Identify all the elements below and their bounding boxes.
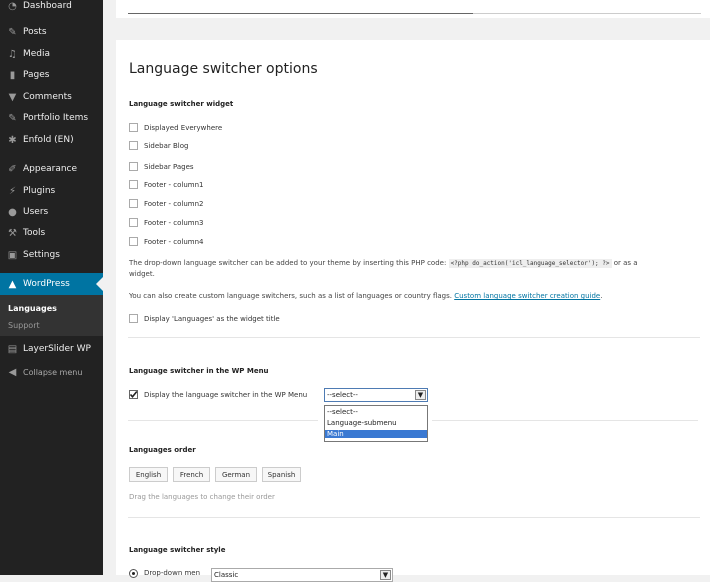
radio-dropdown-menu[interactable] (129, 569, 138, 578)
order-hint: Drag the languages to change their order (129, 493, 275, 501)
php-code-snippet: <?php do_action('icl_language_selector')… (448, 259, 612, 268)
chevron-down-icon: ▼ (415, 390, 426, 400)
checkbox-label: Footer - column2 (144, 200, 204, 208)
checkbox-label: Footer - column3 (144, 219, 204, 227)
wp-menu-dropdown-list: --select-- Language-submenu Main (324, 405, 428, 442)
submenu-languages[interactable]: Languages (8, 304, 57, 313)
style-select[interactable]: Classic ▼ (211, 568, 393, 582)
section-title: Language switcher options (129, 61, 318, 77)
radio-label: Drop-down men (144, 569, 201, 577)
menu-portfolio-items[interactable]: ✎ Portfolio Items (0, 108, 103, 128)
checkbox-label: Display the language switcher in the WP … (144, 391, 308, 399)
checkbox-sidebar-blog[interactable] (129, 141, 138, 150)
settings-icon: ▣ (7, 249, 18, 261)
language-french[interactable]: French (173, 467, 210, 482)
active-indicator (96, 277, 103, 291)
checkbox-footer-column3[interactable] (129, 218, 138, 227)
checkbox-label: Display 'Languages' as the widget title (144, 315, 280, 323)
menu-appearance[interactable]: ✐ Appearance (0, 159, 103, 179)
previous-panel (116, 0, 710, 18)
checkbox-displayed-everywhere[interactable] (129, 123, 138, 132)
checkbox-label: Sidebar Pages (144, 163, 194, 171)
languages-order-heading: Languages order (129, 446, 196, 454)
collapse-icon: ◀ (8, 366, 17, 378)
section-divider (128, 337, 700, 338)
checkbox-label: Sidebar Blog (144, 142, 189, 150)
menu-layerslider[interactable]: ▤ LayerSlider WP (0, 339, 103, 359)
plugin-icon: ⚡ (8, 185, 17, 197)
php-code-info: The drop-down language switcher can be a… (129, 259, 638, 278)
menu-posts[interactable]: ✎ Posts (0, 22, 103, 42)
menu-users[interactable]: ● Users (0, 202, 103, 222)
checkbox-label: Displayed Everywhere (144, 124, 223, 132)
dashboard-icon: ◔ (8, 0, 17, 12)
checkbox-label: Footer - column1 (144, 181, 204, 189)
style-heading: Language switcher style (129, 546, 226, 554)
menu-comments[interactable]: ▼ Comments (0, 87, 103, 107)
language-german[interactable]: German (215, 467, 257, 482)
dropdown-option[interactable]: Language-submenu (327, 419, 397, 427)
warning-icon: ▲ (8, 278, 17, 290)
checkbox-footer-column1[interactable] (129, 180, 138, 189)
wrench-icon: ⚒ (8, 227, 17, 239)
submenu-support[interactable]: Support (8, 321, 40, 330)
checkbox-display-in-wp-menu[interactable] (129, 390, 138, 399)
custom-switcher-info: You can also create custom language swit… (129, 292, 603, 300)
checkbox-sidebar-pages[interactable] (129, 162, 138, 171)
checkmark-icon (129, 390, 138, 399)
menu-dashboard[interactable]: ◔ Dashboard (0, 0, 103, 16)
section-divider (432, 420, 698, 421)
pages-icon: ▮ (9, 69, 16, 81)
brush-icon: ✐ (8, 163, 17, 175)
menu-enfold[interactable]: ✱ Enfold (EN) (0, 130, 103, 150)
users-icon: ● (8, 206, 17, 218)
gear-icon: ✱ (8, 134, 17, 146)
menu-media[interactable]: ♫ Media (0, 44, 103, 64)
wp-menu-select[interactable]: --select-- ▼ (324, 388, 428, 402)
checkbox-label: Footer - column4 (144, 238, 204, 246)
language-english[interactable]: English (129, 467, 168, 482)
divider (128, 13, 473, 14)
dropdown-option-selected[interactable]: Main (325, 430, 427, 438)
checkbox-display-widget-title[interactable] (129, 314, 138, 323)
media-icon: ♫ (8, 48, 17, 60)
pin-icon: ✎ (8, 112, 17, 124)
menu-settings[interactable]: ▣ Settings (0, 245, 103, 265)
section-divider (128, 420, 318, 421)
checkbox-footer-column4[interactable] (129, 237, 138, 246)
wp-menu-heading: Language switcher in the WP Menu (129, 367, 269, 375)
pin-icon: ✎ (8, 26, 17, 38)
custom-switcher-guide-link[interactable]: Custom language switcher creation guide (454, 292, 600, 300)
checkbox-footer-column2[interactable] (129, 199, 138, 208)
menu-wordpress[interactable]: ▲ WordPress (0, 273, 103, 295)
divider (473, 13, 701, 14)
menu-plugins[interactable]: ⚡ Plugins (0, 181, 103, 201)
admin-sidebar: ◔ Dashboard ✎ Posts ♫ Media ▮ Pages ▼ Co… (0, 0, 103, 575)
dropdown-option[interactable]: --select-- (327, 408, 358, 416)
menu-tools[interactable]: ⚒ Tools (0, 223, 103, 243)
language-spanish[interactable]: Spanish (262, 467, 301, 482)
section-divider (128, 517, 700, 518)
layers-icon: ▤ (7, 343, 18, 355)
wordpress-submenu: Languages Support (0, 295, 103, 336)
chevron-down-icon: ▼ (380, 570, 391, 580)
menu-collapse[interactable]: ◀ Collapse menu (0, 362, 103, 382)
widget-heading: Language switcher widget (129, 100, 234, 108)
comments-icon: ▼ (8, 91, 17, 103)
menu-pages[interactable]: ▮ Pages (0, 65, 103, 85)
